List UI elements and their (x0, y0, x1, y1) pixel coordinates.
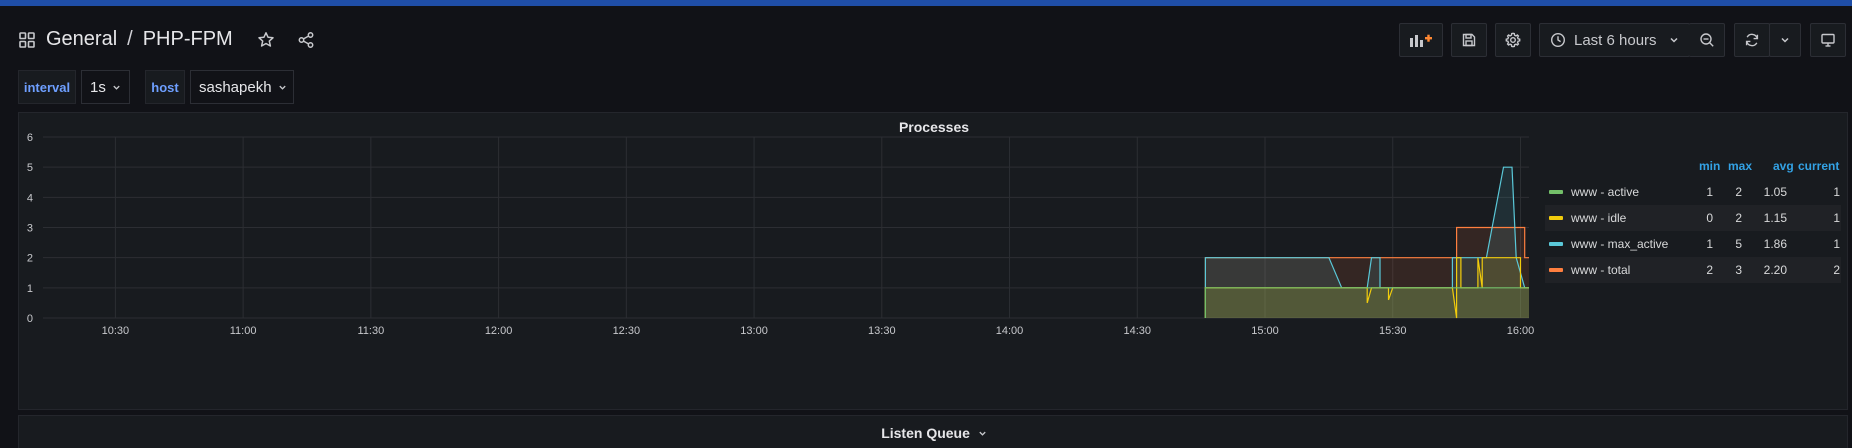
variable-label-interval: interval (18, 70, 76, 104)
save-dashboard-button[interactable] (1451, 23, 1487, 57)
variable-label-host: host (145, 70, 185, 104)
x-tick-label: 13:00 (740, 325, 768, 337)
chevron-down-icon (1669, 35, 1679, 45)
chevron-down-icon (1780, 35, 1790, 45)
y-tick-label: 3 (27, 223, 33, 235)
x-tick-label: 12:00 (485, 325, 513, 337)
x-tick-label: 11:00 (230, 325, 257, 337)
legend-value-avg: 1.05 (1763, 185, 1787, 199)
chevron-down-icon (278, 79, 287, 96)
legend-header-min[interactable]: min (1699, 159, 1720, 173)
share-icon[interactable] (297, 31, 315, 49)
chevron-down-icon (112, 79, 121, 96)
legend-header-avg[interactable]: avg (1773, 159, 1794, 173)
variable-value-interval: 1s (90, 78, 106, 96)
add-panel-button[interactable] (1399, 23, 1443, 57)
chart-legend: min max avg current www - active 1 2 1.05 1 w… (1545, 159, 1841, 283)
x-tick-label: 14:30 (1124, 325, 1152, 337)
x-tick-label: 12:30 (613, 325, 641, 337)
legend-item[interactable]: www - total 2 3 2.20 2 (1545, 257, 1841, 283)
legend-value-max: 5 (1735, 237, 1742, 251)
y-tick-label: 6 (27, 132, 33, 144)
y-tick-label: 1 (27, 283, 33, 295)
legend-series-name[interactable]: www - idle (1571, 211, 1626, 225)
legend-header-current[interactable]: current (1798, 159, 1839, 173)
legend-header: min max avg current (1545, 159, 1841, 179)
legend-item[interactable]: www - max_active 1 5 1.86 1 (1545, 231, 1841, 257)
view-mode-button[interactable] (1810, 23, 1846, 57)
time-range-picker[interactable]: Last 6 hours (1539, 23, 1690, 57)
legend-value-max: 3 (1735, 263, 1742, 277)
gear-icon (1505, 32, 1521, 48)
legend-value-max: 2 (1735, 211, 1742, 225)
breadcrumb-separator: / (127, 28, 133, 50)
dashboard-title[interactable]: PHP-FPM (143, 28, 233, 51)
clock-icon (1550, 32, 1566, 48)
monitor-icon (1820, 32, 1836, 48)
add-panel-icon (1408, 32, 1434, 48)
legend-value-current: 2 (1833, 263, 1840, 277)
legend-value-current: 1 (1833, 185, 1840, 199)
legend-series-name[interactable]: www - max_active (1571, 237, 1668, 251)
zoom-out-button[interactable] (1689, 23, 1725, 57)
legend-value-max: 2 (1735, 185, 1742, 199)
variable-select-host[interactable]: sashapekh (190, 70, 294, 104)
legend-item[interactable]: www - idle 0 2 1.15 1 (1545, 205, 1841, 231)
legend-value-current: 1 (1833, 211, 1840, 225)
legend-item[interactable]: www - active 1 2 1.05 1 (1545, 179, 1841, 205)
dashboard-header: General / PHP-FPM Last 6 hours (0, 6, 1852, 72)
y-tick-label: 5 (27, 162, 33, 174)
y-tick-label: 0 (27, 313, 33, 325)
y-tick-label: 4 (27, 192, 33, 204)
zoom-out-icon (1699, 32, 1715, 48)
legend-value-current: 1 (1833, 237, 1840, 251)
x-tick-label: 11:30 (357, 325, 384, 337)
chevron-down-icon (978, 425, 987, 441)
x-tick-label: 10:30 (102, 325, 130, 337)
legend-swatch[interactable] (1549, 216, 1563, 220)
star-icon[interactable] (257, 31, 275, 49)
refresh-button[interactable] (1734, 23, 1770, 57)
variable-value-host: sashapekh (199, 78, 272, 96)
breadcrumb: General / PHP-FPM (18, 28, 315, 51)
section-title[interactable]: Listen Queue (19, 425, 1849, 441)
time-range-label: Last 6 hours (1574, 31, 1657, 49)
breadcrumb-folder[interactable]: General (46, 28, 117, 51)
dashboards-grid-icon[interactable] (18, 31, 36, 49)
dashboard-settings-button[interactable] (1495, 23, 1531, 57)
section-title-label: Listen Queue (881, 425, 970, 441)
x-tick-label: 14:00 (996, 325, 1024, 337)
refresh-icon (1744, 32, 1760, 48)
legend-series-name[interactable]: www - active (1571, 185, 1639, 199)
processes-panel: Processes 10:30 11:00 11:30 12:00 12:30 13:00… (18, 112, 1848, 410)
legend-series-name[interactable]: www - total (1571, 263, 1630, 277)
legend-value-avg: 2.20 (1763, 263, 1787, 277)
legend-value-avg: 1.15 (1763, 211, 1787, 225)
save-icon (1461, 32, 1477, 48)
legend-header-max[interactable]: max (1728, 159, 1752, 173)
y-tick-label: 2 (27, 253, 33, 265)
variable-select-interval[interactable]: 1s (81, 70, 130, 104)
x-tick-label: 15:00 (1251, 325, 1279, 337)
legend-swatch[interactable] (1549, 242, 1563, 246)
legend-swatch[interactable] (1549, 190, 1563, 194)
legend-swatch[interactable] (1549, 268, 1563, 272)
x-tick-label: 16:00 (1507, 325, 1535, 337)
x-tick-label: 13:30 (868, 325, 896, 337)
processes-chart[interactable]: 10:30 11:00 11:30 12:00 12:30 13:00 13:30 14:00… (19, 113, 1541, 411)
x-tick-label: 15:30 (1379, 325, 1407, 337)
legend-value-avg: 1.86 (1763, 237, 1787, 251)
refresh-interval-dropdown[interactable] (1769, 23, 1801, 57)
row-listen-queue[interactable]: Listen Queue (18, 415, 1848, 448)
